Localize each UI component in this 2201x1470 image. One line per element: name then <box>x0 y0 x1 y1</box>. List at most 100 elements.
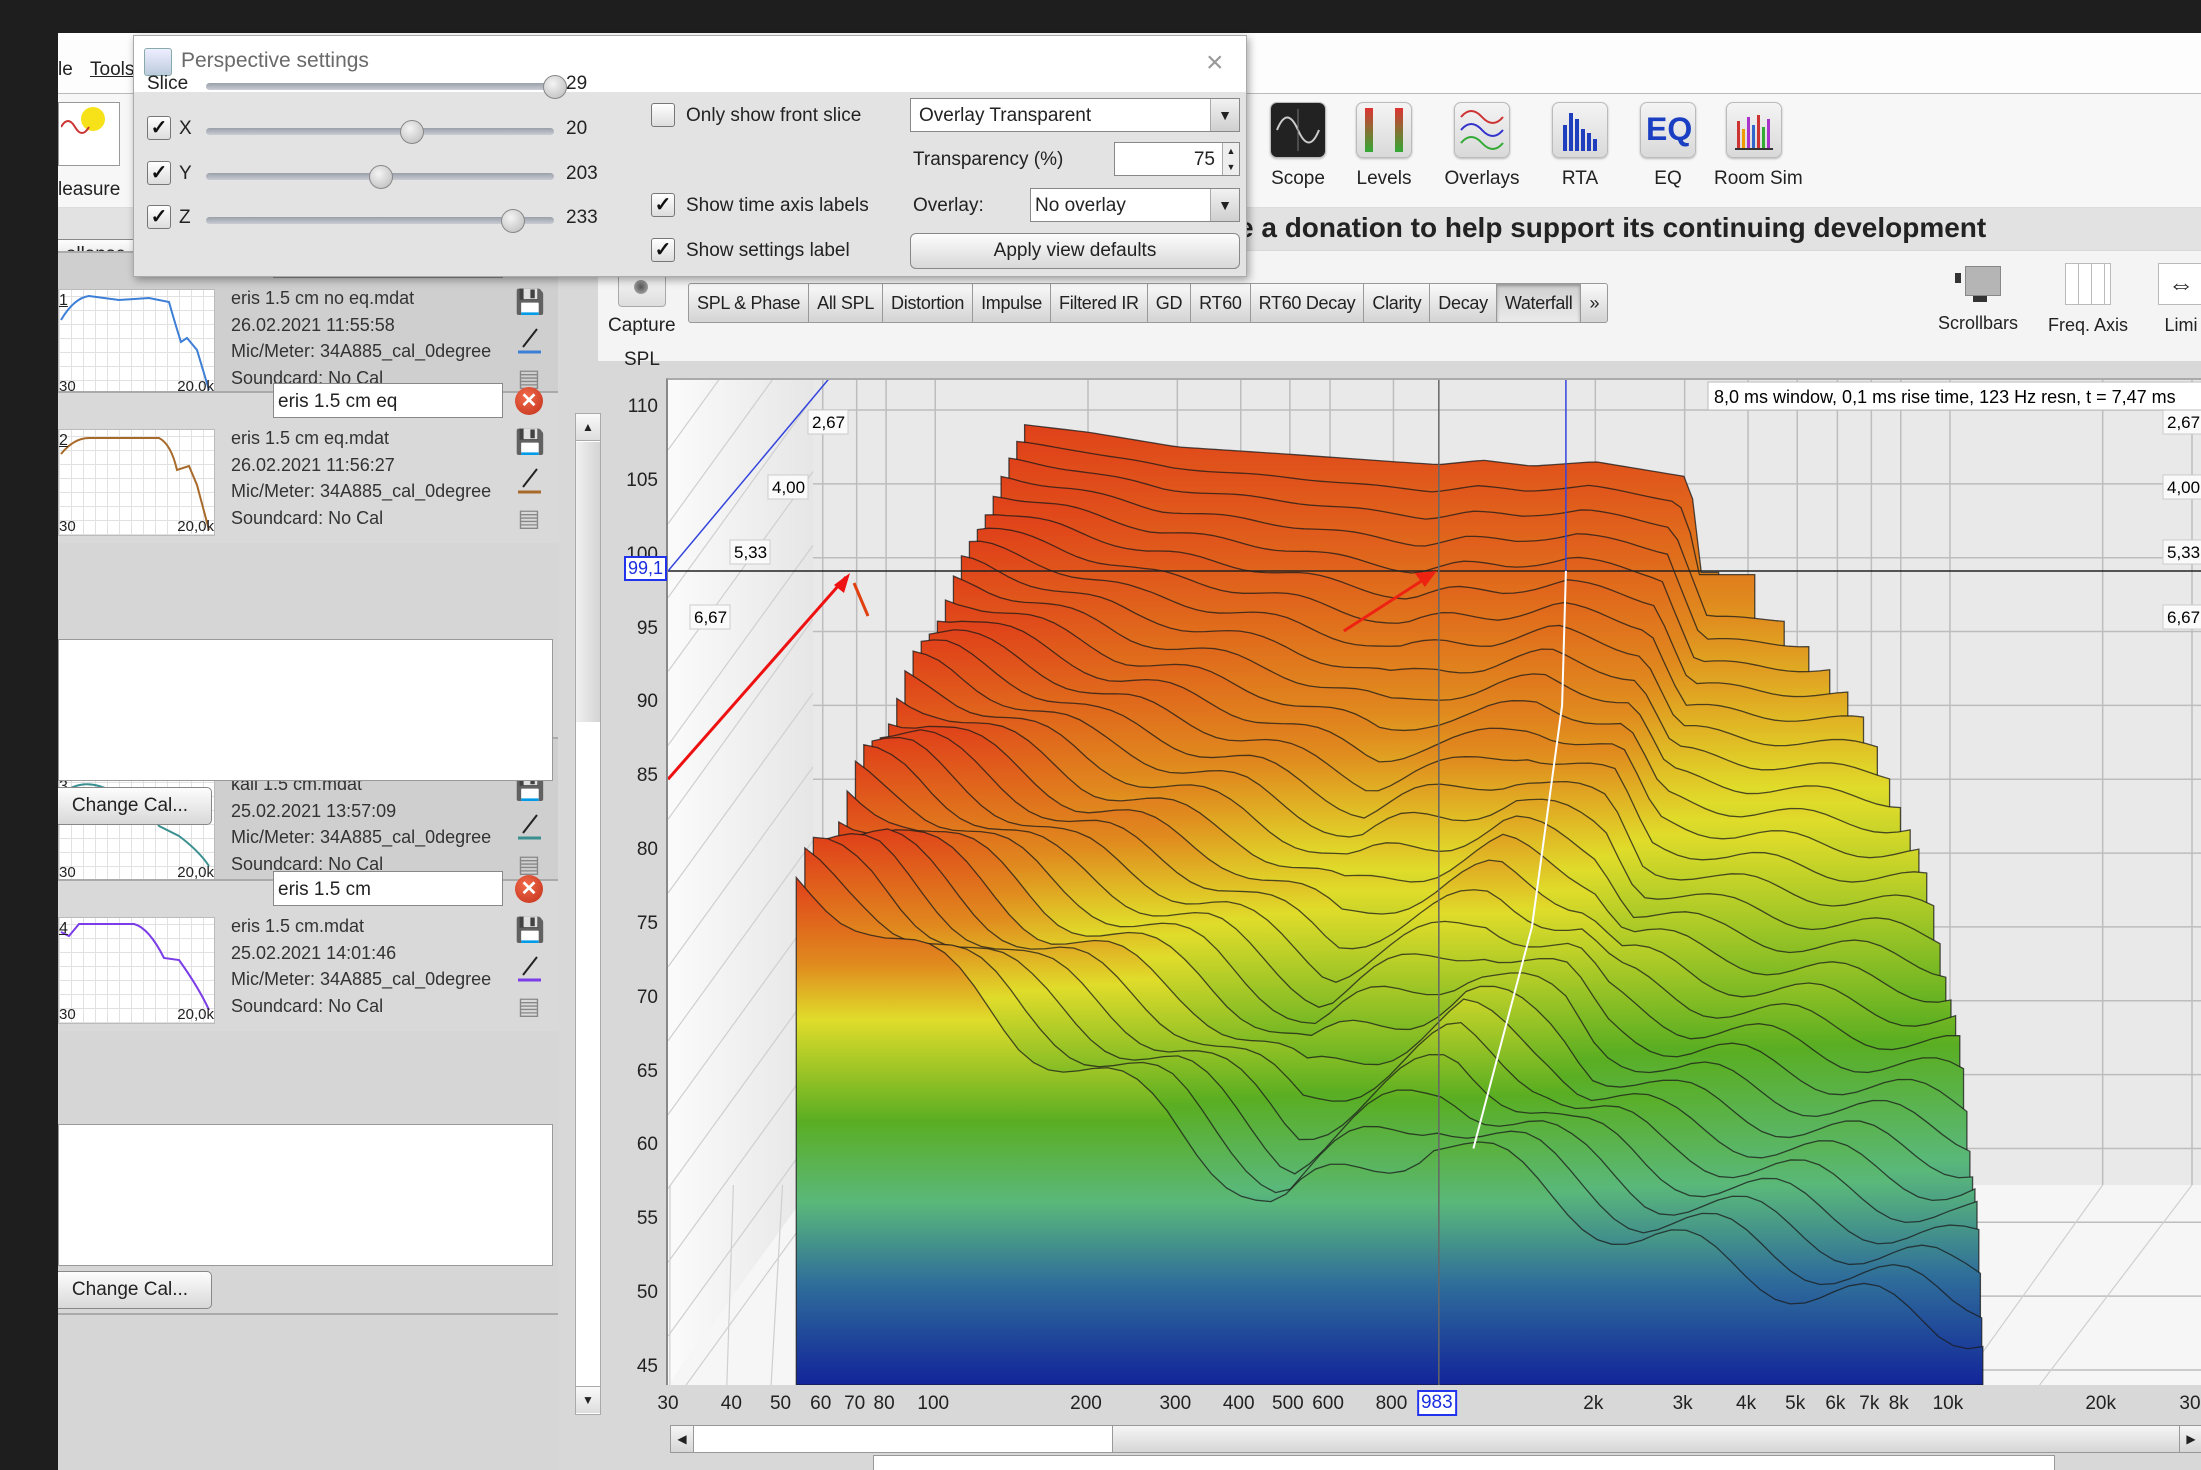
measurement-name-input[interactable]: eris 1.5 cm eq <box>273 383 503 418</box>
freq-axis-button[interactable]: Freq. Axis <box>2048 263 2128 336</box>
slider-knob[interactable] <box>400 120 425 144</box>
tab-rt60-decay[interactable]: RT60 Decay <box>1251 284 1365 322</box>
measurement-notes[interactable] <box>58 1124 553 1266</box>
measurement-thumbnail[interactable]: 1 30 20,0k <box>58 289 215 396</box>
thumb-axis-hi: 20,0k <box>177 518 214 535</box>
pen-color-icon[interactable] <box>515 955 543 983</box>
tab-more-button[interactable]: » <box>1581 284 1607 322</box>
measure-icon[interactable] <box>58 102 120 166</box>
change-cal-button[interactable]: Change Cal... <box>58 1271 212 1309</box>
z-slider[interactable] <box>206 209 554 233</box>
sidebar-scrollbar[interactable]: ▲ ▼ <box>575 413 601 1415</box>
delete-measurement-icon[interactable]: ✕ <box>515 387 543 415</box>
menu-file[interactable]: le <box>58 59 73 81</box>
tool-room-sim[interactable]: Room Sim <box>1714 102 1803 190</box>
y-tick-label: 50 <box>636 1282 658 1304</box>
limits-button[interactable]: ⇔ Limi <box>2158 263 2201 336</box>
save-icon[interactable]: 💾 <box>515 289 545 317</box>
y-tick-label: 85 <box>636 765 658 787</box>
overlay-select[interactable]: No overlay ▼ <box>1030 188 1240 222</box>
java-icon <box>144 48 172 76</box>
only-front-slice-checkbox[interactable] <box>651 103 675 127</box>
mode-select[interactable]: Overlay Transparent ▼ <box>910 98 1240 132</box>
time-axis-label: 6,67 <box>689 604 731 630</box>
x-tick-label: 400 <box>1222 1393 1255 1414</box>
notes-icon[interactable]: ▤ <box>515 505 543 533</box>
bottom-controls-panel <box>873 1455 2055 1470</box>
levels-icon <box>1356 102 1412 158</box>
time-axis-label-right: 2,67 <box>2162 409 2201 435</box>
measurement-name-input[interactable]: eris 1.5 cm <box>273 871 503 906</box>
x-tick-label: 7k <box>1859 1393 1880 1414</box>
slider-value: 203 <box>566 163 598 184</box>
tab-impulse[interactable]: Impulse <box>973 284 1052 322</box>
tool-rta[interactable]: RTA <box>1540 102 1620 190</box>
x-tick-label: 600 <box>1312 1393 1344 1414</box>
tool-scope[interactable]: Scope <box>1258 102 1338 190</box>
slider-value: 29 <box>566 73 588 94</box>
transparency-spinner[interactable]: 75 ▲ ▼ <box>1114 142 1240 176</box>
save-icon[interactable]: 💾 <box>515 917 545 945</box>
x-slider[interactable] <box>206 120 554 144</box>
room-sim-icon <box>1726 102 1782 158</box>
tool-overlays[interactable]: Overlays <box>1442 102 1522 190</box>
x-tick-label: 80 <box>873 1393 895 1414</box>
tab-spl-phase[interactable]: SPL & Phase <box>689 284 810 322</box>
slider-knob[interactable] <box>501 209 526 233</box>
scroll-up-arrow[interactable]: ▲ <box>576 414 600 441</box>
show-time-axis-labels-checkbox[interactable]: ✓ <box>651 193 675 217</box>
save-icon[interactable]: 💾 <box>515 429 545 457</box>
svg-text:5,33: 5,33 <box>2167 543 2200 562</box>
x-axis-checkbox[interactable]: ✓ <box>147 116 171 140</box>
measurement-notes[interactable] <box>58 639 553 781</box>
horizontal-scrollbar[interactable]: ◀ ▶ <box>670 1425 2201 1453</box>
x-tick-label: 70 <box>844 1393 866 1414</box>
measurement-index: 4 <box>59 920 68 937</box>
tab-all-spl[interactable]: All SPL <box>809 284 884 322</box>
measurement-file: eris 1.5 cm.mdat <box>231 916 365 936</box>
scroll-thumb[interactable] <box>576 442 600 722</box>
change-cal-button[interactable]: Change Cal... <box>58 787 212 825</box>
measurement-thumbnail[interactable]: 2 30 20,0k <box>58 429 215 536</box>
y-tick-label: 70 <box>636 986 658 1008</box>
thumb-axis-lo: 30 <box>59 518 76 535</box>
spinner-arrows-icon[interactable]: ▲ ▼ <box>1222 143 1239 175</box>
x-tick-label: 5k <box>1785 1393 1806 1414</box>
measurement-file: eris 1.5 cm eq.mdat <box>231 428 390 448</box>
waterfall-plot[interactable]: 2,67 2,67 4,00 4,00 5,33 5,33 6,67 6,67 8,0 ms w… <box>666 249 2201 1411</box>
scrollbars-button[interactable]: Scrollbars <box>1938 263 2018 334</box>
pen-color-icon[interactable] <box>515 327 543 355</box>
scroll-down-arrow[interactable]: ▼ <box>576 1386 600 1413</box>
pen-color-icon[interactable] <box>515 813 543 841</box>
slider-knob[interactable] <box>543 75 567 99</box>
show-settings-label-checkbox[interactable]: ✓ <box>651 238 675 262</box>
scroll-right-arrow[interactable]: ▶ <box>2179 1426 2201 1452</box>
slider-knob[interactable] <box>369 165 393 189</box>
delete-measurement-icon[interactable]: ✕ <box>515 875 543 903</box>
slider-label: Y <box>179 163 192 184</box>
tab-rt60[interactable]: RT60 <box>1191 284 1251 322</box>
pen-color-icon[interactable] <box>515 467 543 495</box>
tab-decay[interactable]: Decay <box>1430 284 1497 322</box>
scroll-left-arrow[interactable]: ◀ <box>671 1426 694 1452</box>
tab-filtered-ir[interactable]: Filtered IR <box>1051 284 1148 322</box>
measure-label[interactable]: leasure <box>58 179 120 201</box>
measurement-thumbnail[interactable]: 4 30 20,0k <box>58 917 215 1024</box>
notes-icon[interactable]: ▤ <box>515 993 543 1021</box>
apply-view-defaults-button[interactable]: Apply view defaults <box>910 233 1240 269</box>
y-axis-checkbox[interactable]: ✓ <box>147 161 171 185</box>
tab-waterfall[interactable]: Waterfall <box>1496 284 1582 322</box>
tool-eq[interactable]: EQ EQ <box>1628 102 1708 190</box>
tab-clarity[interactable]: Clarity <box>1364 284 1431 322</box>
hscroll-track-left[interactable] <box>694 1426 1113 1452</box>
slider-value: 233 <box>566 207 598 228</box>
tab-distortion[interactable]: Distortion <box>883 284 974 322</box>
menu-tools[interactable]: Tools <box>90 59 134 81</box>
z-axis-checkbox[interactable]: ✓ <box>147 205 171 229</box>
close-icon[interactable]: × <box>1206 46 1224 80</box>
y-slider[interactable] <box>206 165 554 189</box>
tool-levels[interactable]: Levels <box>1344 102 1424 190</box>
tab-gd[interactable]: GD <box>1148 284 1192 322</box>
slice-slider[interactable] <box>206 75 567 99</box>
svg-text:4,00: 4,00 <box>2167 478 2200 497</box>
